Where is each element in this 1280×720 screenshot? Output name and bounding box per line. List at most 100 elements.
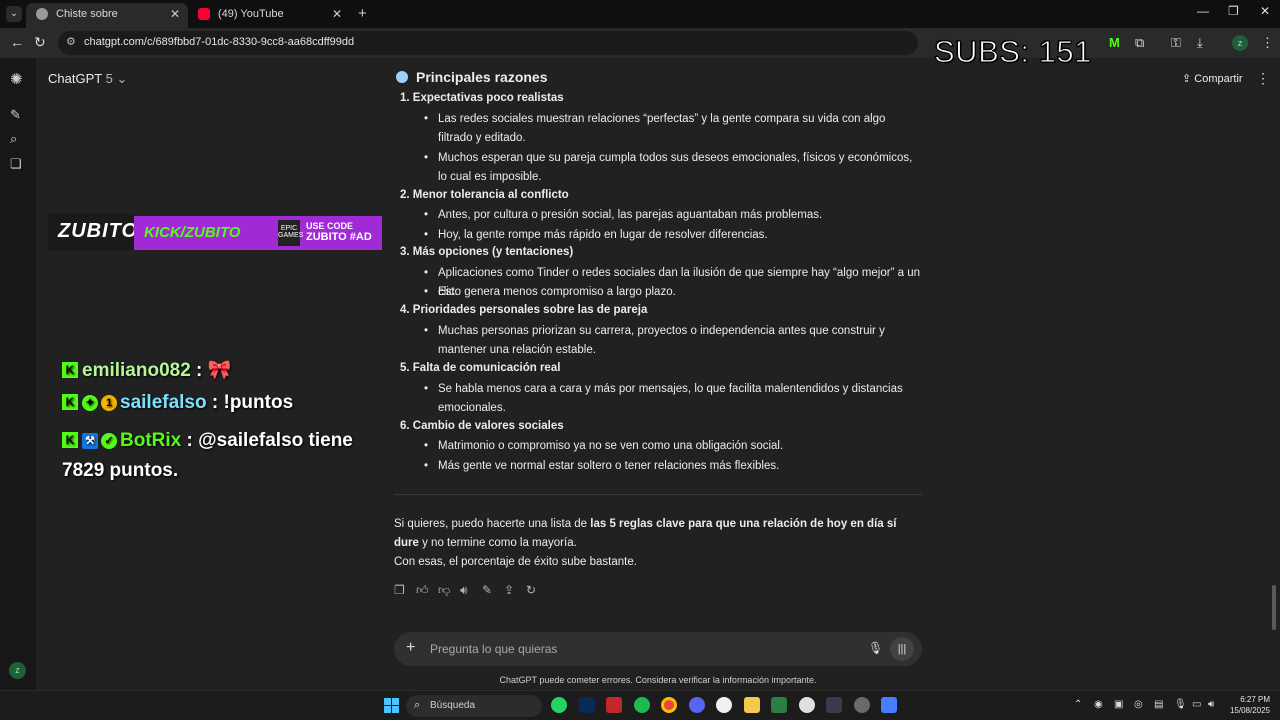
prompt-input-placeholder[interactable]: Pregunta lo que quieras xyxy=(430,642,557,656)
reload-icon[interactable]: ↻ xyxy=(34,34,46,51)
tray-overflow-icon[interactable]: ⌃ xyxy=(1074,699,1082,710)
closing-text-end: y no termine como la mayoría. xyxy=(418,537,577,550)
tab-chatgpt[interactable]: Chiste sobre estereotipos ✕ xyxy=(26,3,188,42)
reason-title: 1. Expectativas poco realistas xyxy=(400,92,564,104)
reason-bullet: Muchas personas priorizan su carrera, pr… xyxy=(424,322,920,361)
tab-youtube[interactable]: (49) YouTube ✕ xyxy=(188,3,350,28)
taskbar-search[interactable]: ⌕ Búsqueda xyxy=(406,695,542,717)
app-icon[interactable] xyxy=(579,697,595,713)
extensions-icon[interactable]: ⧉ xyxy=(1135,35,1144,51)
bot-badge-icon: ⚒ xyxy=(82,433,98,449)
app-icon[interactable] xyxy=(854,697,870,713)
chat-text: !puntos xyxy=(218,392,294,413)
tray-app-icon[interactable]: ▤ xyxy=(1154,699,1163,710)
kick-extension-icon[interactable]: M xyxy=(1109,35,1120,50)
chat-separator: : xyxy=(181,430,193,451)
share-icon: ⇪ xyxy=(1182,73,1192,85)
library-icon[interactable]: ❏ xyxy=(10,156,22,172)
site-info-icon[interactable]: ⚙ xyxy=(66,35,76,48)
openai-logo-icon[interactable]: ✺ xyxy=(10,70,23,88)
search-icon: ⌕ xyxy=(414,699,421,711)
browser-menu-icon[interactable]: ⋮ xyxy=(1261,35,1274,51)
close-window-icon[interactable]: ✕ xyxy=(1260,4,1270,18)
closing-paragraph: Si quieres, puedo hacerte una lista de l… xyxy=(394,515,920,554)
banner-code-label: USE CODE xyxy=(306,221,354,231)
reason-title: 6. Cambio de valores sociales xyxy=(400,420,564,432)
windows-taskbar: ⌕ Búsqueda ⌃ ◉ ▣ ◎ ▤ 🎙︎ ▭ 🔊︎ 6:27 PM 15/… xyxy=(0,690,1280,720)
banner-logo: ZUBITO xyxy=(48,214,137,250)
thumbs-down-icon[interactable]: 👎︎ xyxy=(438,583,450,598)
share-label: Compartir xyxy=(1194,73,1243,85)
chrome-icon[interactable] xyxy=(661,697,677,713)
file-explorer-icon[interactable] xyxy=(744,697,760,713)
edit-icon[interactable]: ✎ xyxy=(482,583,492,597)
verified-badge-icon: ✓ xyxy=(101,433,117,449)
app-icon[interactable] xyxy=(826,697,842,713)
stream-chat-message: K ✦ 1 sailefalso : !puntos xyxy=(62,392,293,414)
obs-icon[interactable] xyxy=(799,697,815,713)
model-name: ChatGPT xyxy=(48,71,102,86)
kick-badge-icon: K xyxy=(62,432,78,448)
tab-search-menu-button[interactable]: ⌄ xyxy=(6,6,22,22)
profile-avatar[interactable]: z xyxy=(1232,35,1248,51)
download-icon[interactable]: ⤓ xyxy=(1197,35,1203,51)
discord-icon[interactable] xyxy=(689,697,705,713)
tray-app-icon[interactable]: ◎ xyxy=(1134,699,1143,710)
address-bar[interactable]: ⚙ chatgpt.com/c/689fbbd7-01dc-8330-9cc8-… xyxy=(58,31,918,55)
regenerate-icon[interactable]: ↻ xyxy=(526,583,536,597)
new-chat-icon[interactable]: ✎ xyxy=(10,107,21,123)
reason-bullet: Muchos esperan que su pareja cumpla todo… xyxy=(424,149,920,188)
stream-chat-message: K ⚒ ✓ BotRix : @sailefalso tiene 7829 puntos… xyxy=(62,426,353,486)
read-aloud-icon[interactable]: 🔊︎ xyxy=(460,583,468,598)
closing-text: Si quieres, puedo hacerte una lista de xyxy=(394,518,591,530)
spotify-icon[interactable] xyxy=(634,697,650,713)
restore-icon[interactable]: ❐ xyxy=(1228,4,1239,18)
reason-bullet: Matrimonio o compromiso ya no se ven com… xyxy=(424,437,920,457)
reason-title: 3. Más opciones (y tentaciones) xyxy=(400,246,574,258)
chevron-down-icon: ⌄ xyxy=(116,71,128,86)
windows-start-icon[interactable] xyxy=(384,698,399,713)
subs-counter-overlay: SUBS: 151 xyxy=(934,34,1092,70)
prompt-composer[interactable]: + Pregunta lo que quieras 🎙︎ ||| xyxy=(394,632,922,666)
more-options-icon[interactable]: ⋮ xyxy=(1256,70,1270,87)
reason-bullet: Las redes sociales muestran relaciones “… xyxy=(424,110,920,149)
system-clock[interactable]: 6:27 PM 15/08/2025 xyxy=(1224,694,1270,716)
model-selector[interactable]: ChatGPT 5 ⌄ xyxy=(48,71,127,87)
banner-code-value: ZUBITO #AD xyxy=(306,231,372,243)
close-tab-icon[interactable]: ✕ xyxy=(332,3,342,25)
voice-mode-icon[interactable]: ||| xyxy=(890,637,914,661)
reason-bullet: Se habla menos cara a cara y más por men… xyxy=(424,380,920,419)
model-version: 5 xyxy=(105,71,113,86)
scrollbar-thumb[interactable] xyxy=(1272,585,1276,630)
new-tab-button[interactable]: + xyxy=(358,5,367,22)
stream-banner: ZUBITO KICK/ZUBITO EPIC GAMES USE CODE ZU… xyxy=(48,210,382,250)
banner-code: USE CODE ZUBITO #AD xyxy=(306,221,372,243)
network-icon[interactable]: ▭ xyxy=(1192,699,1201,710)
share-message-icon[interactable]: ⇪ xyxy=(504,583,514,597)
close-tab-icon[interactable]: ✕ xyxy=(170,3,180,25)
tray-mic-icon[interactable]: 🎙︎ xyxy=(1174,699,1187,710)
tray-app-icon[interactable]: ◉ xyxy=(1094,699,1103,710)
add-attachment-icon[interactable]: + xyxy=(406,639,415,657)
copy-icon[interactable]: ❐ xyxy=(394,583,405,597)
tray-app-icon[interactable]: ▣ xyxy=(1114,699,1123,710)
minimize-icon[interactable]: — xyxy=(1197,4,1209,18)
app-icon[interactable] xyxy=(771,697,787,713)
taskbar-search-label: Búsqueda xyxy=(430,700,476,711)
microphone-icon[interactable]: 🎙︎ xyxy=(868,641,883,655)
whatsapp-icon[interactable] xyxy=(551,697,567,713)
thumbs-up-icon[interactable]: 👍︎ xyxy=(416,583,429,598)
app-icon[interactable] xyxy=(881,697,897,713)
app-icon[interactable] xyxy=(716,697,732,713)
app-icon[interactable] xyxy=(606,697,622,713)
search-chats-icon[interactable]: ⌕ xyxy=(10,131,17,147)
closing-paragraph-2: Con esas, el porcentaje de éxito sube ba… xyxy=(394,556,637,568)
reason-title: 2. Menor tolerancia al conflicto xyxy=(400,189,569,201)
back-icon[interactable]: ← xyxy=(10,34,24,50)
clock-date: 15/08/2025 xyxy=(1229,706,1270,715)
password-key-icon[interactable]: ⚿ xyxy=(1171,35,1181,51)
share-button[interactable]: ⇪ Compartir xyxy=(1182,72,1243,85)
volume-icon[interactable]: 🔊︎ xyxy=(1208,699,1214,710)
reason-bullet: Antes, por cultura o presión social, las… xyxy=(424,206,920,226)
chat-username: emiliano082 xyxy=(82,360,191,381)
